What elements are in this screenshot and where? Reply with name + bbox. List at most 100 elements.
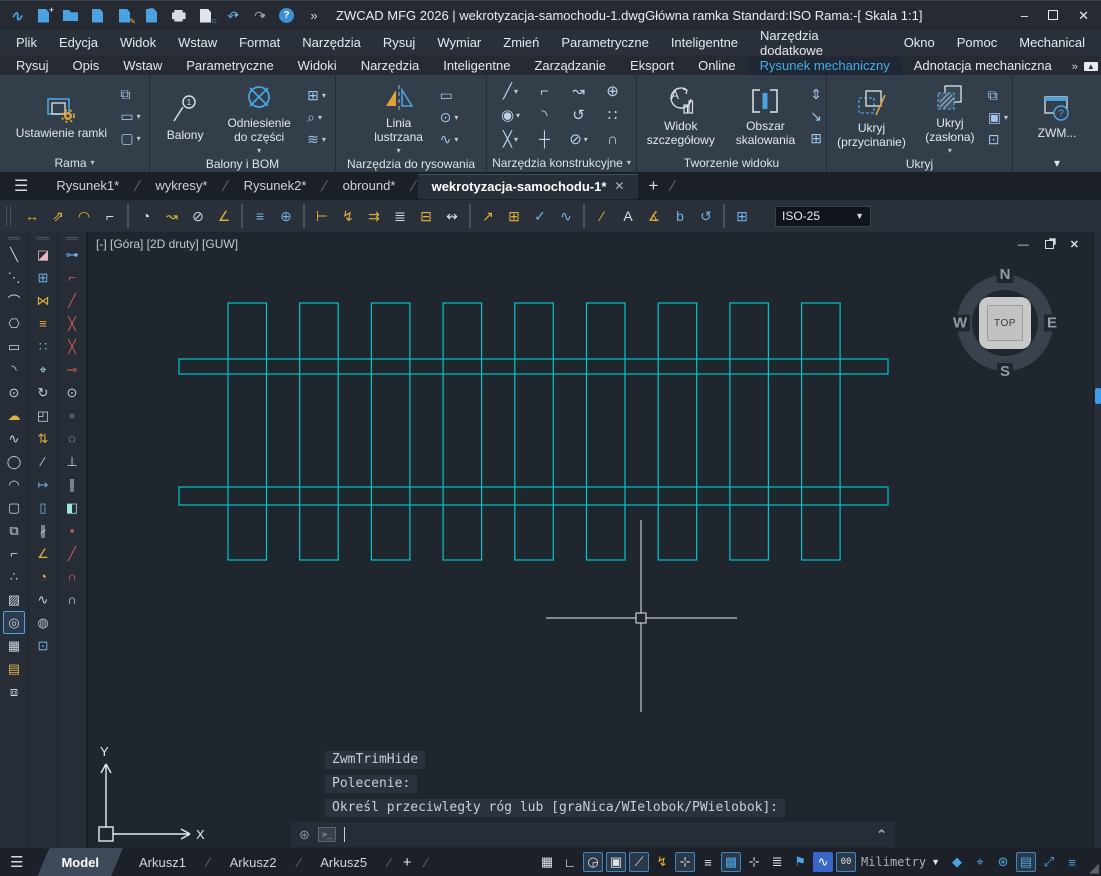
arc-continue-tool-icon[interactable]: ◠ bbox=[3, 473, 25, 496]
picket-rectangle-4[interactable] bbox=[443, 303, 482, 560]
palette-grip[interactable]: ══ bbox=[66, 235, 79, 241]
dropdown-caret-icon[interactable]: ▾ bbox=[322, 91, 326, 100]
ribbon-tab-rysuj[interactable]: Rysuj bbox=[4, 57, 61, 75]
menu-item-parametryczne[interactable]: Parametryczne bbox=[551, 33, 658, 52]
tworzenie-widoku-small-button-3[interactable]: ⊞ bbox=[810, 130, 822, 147]
dimension-style-dropdown[interactable]: ISO-25▼ bbox=[775, 206, 871, 227]
narzedzia-rysowania-small-button-3[interactable]: ∿▾ bbox=[440, 131, 459, 148]
qat-more-icon[interactable]: » bbox=[305, 7, 322, 24]
ribbon-tab-eksport[interactable]: Eksport bbox=[618, 57, 686, 75]
balloons-button[interactable]: 1 Balony bbox=[159, 91, 211, 145]
snap-parallel-icon[interactable]: ∥ bbox=[61, 473, 83, 496]
arc-length-dimension-icon[interactable]: ◠ bbox=[72, 205, 96, 227]
new-doc-tab-button[interactable]: + bbox=[638, 176, 668, 196]
compass-top-button[interactable]: TOP bbox=[979, 297, 1031, 349]
dropdown-caret-icon[interactable]: ▾ bbox=[514, 135, 518, 144]
dropdown-caret-icon[interactable]: ▾ bbox=[514, 87, 518, 96]
horizontal-bar-2[interactable] bbox=[179, 487, 888, 505]
maximize-button[interactable] bbox=[1048, 10, 1058, 20]
narzedzia-rysowania-small-button-1[interactable]: ▭ bbox=[440, 87, 459, 104]
angular-dimension-icon[interactable]: ∠ bbox=[212, 205, 236, 227]
ribbon-tab-adnotacja-mechaniczna[interactable]: Adnotacja mechaniczna bbox=[902, 57, 1064, 75]
center-mark-icon[interactable]: ⊕ bbox=[274, 205, 298, 227]
compass-south[interactable]: S bbox=[997, 363, 1013, 380]
vertical-scrollbar[interactable] bbox=[1093, 232, 1101, 848]
fillet-tool-icon[interactable]: ∿ bbox=[32, 588, 54, 611]
block-tool-icon[interactable]: ⧈ bbox=[3, 680, 25, 703]
snap-off-icon[interactable]: ∩ bbox=[61, 565, 83, 588]
dimension-oblique-icon[interactable]: ∕ bbox=[590, 205, 614, 227]
menu-item-widok[interactable]: Widok bbox=[110, 33, 166, 52]
dimension-wave-icon[interactable]: ∿ bbox=[554, 205, 578, 227]
panel-label-zwm[interactable]: ▾ bbox=[1013, 153, 1101, 172]
command-input[interactable] bbox=[344, 827, 868, 842]
doc-minimize-button[interactable]: — bbox=[1018, 239, 1029, 251]
break-tool-icon[interactable]: ∦ bbox=[32, 519, 54, 542]
line-tool-icon[interactable]: ╲ bbox=[3, 243, 25, 266]
doc-tab-wykresy[interactable]: wykresy* bbox=[141, 174, 221, 198]
compass-east[interactable]: E bbox=[1044, 315, 1060, 332]
balony-bom-small-button-2[interactable]: ⌕▾ bbox=[307, 109, 326, 126]
construction-tool-button-6[interactable]: ◝ bbox=[542, 106, 548, 124]
multileader-icon[interactable]: ↗ bbox=[476, 205, 500, 227]
picket-rectangle-2[interactable] bbox=[300, 303, 339, 560]
picket-rectangle-8[interactable] bbox=[730, 303, 769, 560]
ribbon-tab-parametryczne[interactable]: Parametryczne bbox=[174, 57, 285, 75]
doc-restore-button[interactable] bbox=[1045, 240, 1054, 249]
ukryj-small-button-2[interactable]: ▣▾ bbox=[988, 109, 1008, 126]
picket-rectangle-9[interactable] bbox=[802, 303, 841, 560]
dropdown-caret-icon[interactable]: ▾ bbox=[454, 113, 458, 122]
scale-area-button[interactable]: Obszar skalowania bbox=[727, 82, 805, 150]
menu-item-inteligentne[interactable]: Inteligentne bbox=[661, 33, 748, 52]
compass-north[interactable]: N bbox=[997, 266, 1014, 283]
linear-dimension-icon[interactable]: ↔ bbox=[20, 205, 44, 227]
spline-tool-icon[interactable]: ∿ bbox=[3, 427, 25, 450]
doc-close-button[interactable]: ✕ bbox=[1070, 238, 1079, 251]
extend-tool-icon[interactable]: ↦ bbox=[32, 473, 54, 496]
copy-clipboard-icon[interactable] bbox=[143, 7, 160, 24]
object-snap-toggle-icon[interactable]: ▣ bbox=[606, 852, 626, 872]
construction-tool-button-9[interactable]: ╳▾ bbox=[503, 130, 518, 148]
ribbon-tab-wstaw[interactable]: Wstaw bbox=[111, 57, 174, 75]
snap-mode-toggle-icon[interactable]: ⊹ bbox=[675, 852, 695, 872]
construction-tool-button-8[interactable]: ∷ bbox=[608, 106, 618, 124]
quick-dimension-icon[interactable]: ⊢ bbox=[310, 205, 334, 227]
break-point-tool-icon[interactable]: ▯ bbox=[32, 496, 54, 519]
point-tool-icon[interactable]: ∴ bbox=[3, 565, 25, 588]
insert-block-tool-icon[interactable]: ⧉ bbox=[3, 519, 25, 542]
status-menu-icon[interactable]: ≡ bbox=[1062, 852, 1082, 872]
hide-trim-button[interactable]: Ukryj (przycinanie) bbox=[831, 84, 912, 152]
dimension-text-angle-icon[interactable]: ∡ bbox=[642, 205, 666, 227]
dropdown-caret-icon[interactable]: ▾ bbox=[584, 135, 588, 144]
picket-rectangle-1[interactable] bbox=[228, 303, 267, 560]
ellipse-tool-icon[interactable]: ◯ bbox=[3, 450, 25, 473]
ribbon-tab-online[interactable]: Online bbox=[686, 57, 748, 75]
annotation-scale-toggle-icon[interactable]: ≣ bbox=[767, 852, 787, 872]
slot-tool-icon[interactable]: ▢ bbox=[3, 496, 25, 519]
close-button[interactable]: ✕ bbox=[1078, 8, 1089, 24]
new-file-icon[interactable]: + bbox=[35, 7, 52, 24]
selection-filter-icon[interactable]: ⌖ bbox=[970, 852, 990, 872]
stretch-tool-icon[interactable]: ⇅ bbox=[32, 427, 54, 450]
centerline-icon[interactable]: ≡ bbox=[248, 205, 272, 227]
diameter-dimension-icon[interactable]: ⊘ bbox=[186, 205, 210, 227]
rama-small-button-2[interactable]: ▭▾ bbox=[120, 108, 140, 125]
tworzenie-widoku-small-button-1[interactable]: ⇕ bbox=[810, 86, 822, 103]
ribbon-tab-narzędzia[interactable]: Narzędzia bbox=[349, 57, 432, 75]
doc-tabs-menu-icon[interactable]: ☰ bbox=[8, 176, 42, 196]
ukryj-small-button-1[interactable]: ⧉ bbox=[988, 87, 1008, 104]
dimension-check-icon[interactable]: ✓ bbox=[528, 205, 552, 227]
doc-tab-wekrotyzacja-samochodu-1[interactable]: wekrotyzacja-samochodu-1*✕ bbox=[418, 174, 639, 199]
erase-tool-icon[interactable]: ◪ bbox=[32, 243, 54, 266]
table-tool-icon[interactable]: ▦ bbox=[3, 634, 25, 657]
dimension-lightning-icon[interactable]: ↯ bbox=[336, 205, 360, 227]
snap-from-icon[interactable]: ⊶ bbox=[61, 243, 83, 266]
detail-view-button[interactable]: A Widok szczegółowy bbox=[641, 82, 721, 150]
redo-button[interactable]: ↷▾ bbox=[251, 7, 268, 24]
ukryj-small-button-3[interactable]: ⊡ bbox=[988, 131, 1008, 148]
polar-tracking-toggle-icon[interactable]: ◶ bbox=[583, 852, 603, 872]
grid-toggle-icon[interactable]: ▦ bbox=[537, 852, 557, 872]
balony-bom-small-button-1[interactable]: ⊞▾ bbox=[307, 87, 326, 104]
construction-tool-button-11[interactable]: ⊘▾ bbox=[569, 130, 588, 148]
units-dropdown-caret-icon[interactable]: ▼ bbox=[931, 857, 940, 867]
